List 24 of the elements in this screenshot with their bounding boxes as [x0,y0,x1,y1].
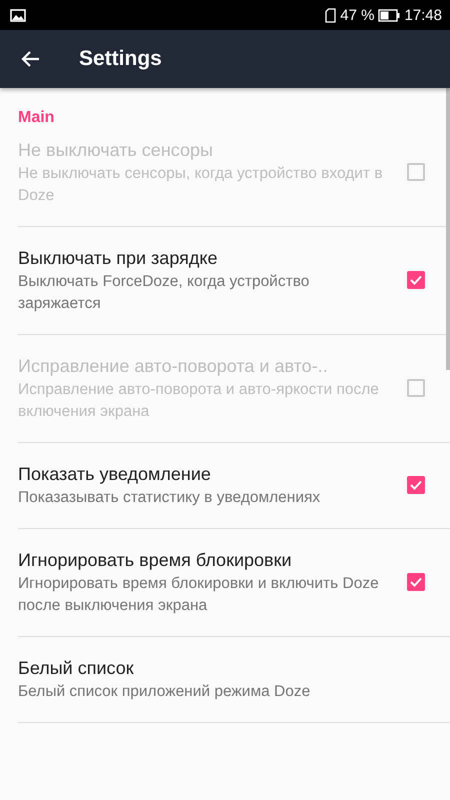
setting-summary: Белый список приложений режима Doze [18,682,312,702]
checkbox[interactable] [407,476,425,494]
settings-item[interactable]: Белый список Белый список приложений режима Doze [18,637,450,723]
setting-title: Исправление авто-поворота и авто-.. [18,355,329,378]
setting-summary: Показазывать статистику в уведомлениях [18,488,322,508]
setting-title: Белый список [18,657,135,680]
setting-title: Выключать при зарядке [18,247,218,270]
screen-title: Settings [79,47,162,71]
setting-title: Игнорировать время блокировки [18,549,293,572]
sim-card-icon [325,8,336,22]
setting-title: Показать уведомление [18,463,212,486]
settings-item[interactable]: Показать уведомление Показазывать статистику в уведомлениях [18,443,450,529]
setting-title: Не выключать сенсоры [18,139,214,162]
setting-summary: Выключать ForceDoze, когда устройство заряжается [18,272,310,314]
checkbox[interactable] [407,573,425,591]
setting-summary: Исправление авто-поворота и авто-яркости после включения экрана [18,380,380,422]
battery-icon [378,8,400,22]
checkbox[interactable] [407,271,425,289]
setting-summary: Игнорировать время блокировки и включить Doze после выключения экрана [18,574,380,616]
image-icon [10,8,26,22]
settings-item[interactable]: Игнорировать время блокировки Игнорировать время блокировки и включить Doze после выключения экрана [18,529,450,637]
battery-percent: 47 % [340,6,374,24]
setting-summary: Не выключать сенсоры, когда устройство входит в Doze [18,164,384,206]
clock-time: 17:48 [404,6,442,24]
